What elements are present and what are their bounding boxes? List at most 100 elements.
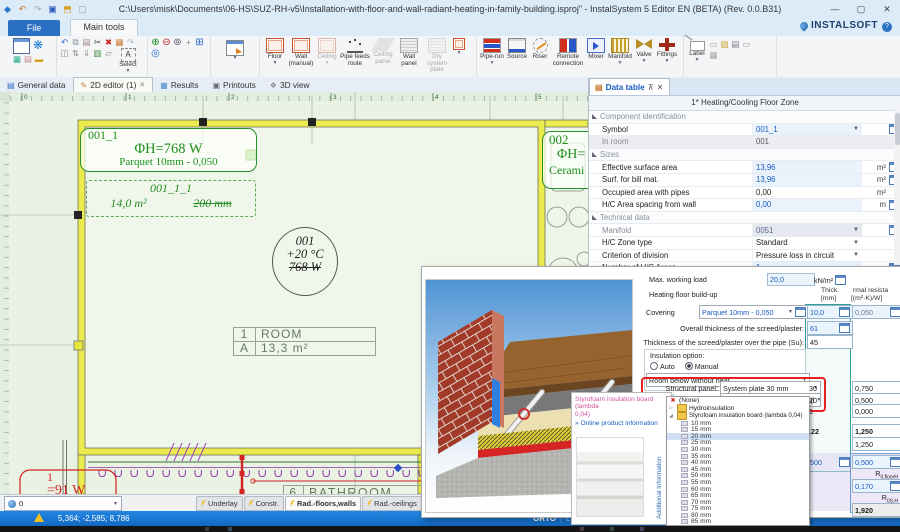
tree-size-option[interactable]: 30 mm	[667, 446, 809, 453]
app-icon[interactable]: ◆	[0, 0, 15, 18]
dropdown-icon[interactable]: ▼	[853, 126, 859, 132]
select-button[interactable]: A Select ▼	[116, 48, 140, 73]
tab-general-data[interactable]: ▤ General data	[0, 78, 73, 92]
row-occupied-area[interactable]: Occupied area with pipes 0,00 m²	[589, 187, 900, 200]
zoom-window-icon[interactable]: ⊚	[172, 37, 183, 48]
close-tab-icon[interactable]: ✕	[139, 81, 145, 89]
row-criterion-division[interactable]: Criterion of division Pressure loss in c…	[589, 250, 900, 263]
database-icon[interactable]	[890, 481, 900, 491]
dry-system-plate-button[interactable]: Dry system plate	[422, 37, 452, 74]
fittings-button[interactable]: Fittings▼	[655, 37, 679, 67]
tree-item-hydroinsulation[interactable]: ▷ Hydroinsulation	[667, 405, 809, 413]
tree-item-none[interactable]: ✖ (None)	[667, 397, 809, 405]
expand-icon[interactable]: ▷	[669, 405, 675, 411]
tree-size-option[interactable]: 10 mm	[667, 420, 809, 427]
mirror-icon[interactable]: ▥	[92, 48, 103, 59]
zone-001-1-label[interactable]: 001_1 ΦH=768 W Parquet 10mm - 0,050	[80, 128, 257, 172]
tree-size-option[interactable]: 35 mm	[667, 453, 809, 460]
paste-icon[interactable]: ▤	[81, 37, 92, 48]
copy-icon[interactable]: ⧉	[70, 37, 81, 48]
radiant-more-button[interactable]: ▼	[452, 37, 466, 74]
row-symbol[interactable]: Symbol 001_1▼	[589, 124, 900, 137]
pipe-feeds-route-button[interactable]: Pipe feeds route	[340, 37, 370, 74]
redo-icon[interactable]: ↷	[125, 37, 136, 48]
tab-2d-editor[interactable]: ✎ 2D editor (1) ✕	[73, 77, 154, 92]
tab-3d-view[interactable]: ❖ 3D view	[263, 78, 317, 92]
database-icon[interactable]	[839, 323, 850, 333]
label-button[interactable]: Label▼	[686, 37, 708, 62]
database-icon[interactable]	[835, 275, 846, 285]
field-value[interactable]: 13,96	[756, 175, 776, 184]
redo-icon[interactable]: ↷	[30, 0, 45, 18]
cut-icon[interactable]: ✂	[92, 37, 103, 48]
r-floor-value-cell[interactable]: 0,170	[852, 479, 900, 493]
radio-auto[interactable]	[650, 362, 658, 370]
wall-panel-button[interactable]: Wall panel	[396, 37, 422, 74]
tree-size-option[interactable]: 20 mm	[667, 433, 809, 440]
split-icon[interactable]: ◫	[59, 48, 70, 59]
calc-option-icon[interactable]: ▦	[12, 54, 23, 65]
max-working-load-input[interactable]: 20,0	[767, 273, 815, 286]
table-edit-icon[interactable]: ▦	[114, 37, 125, 48]
pin-icon[interactable]: ⊼	[648, 82, 654, 92]
calc-option-icon[interactable]: ▤	[23, 54, 34, 65]
taskbar-icon[interactable]	[610, 527, 614, 531]
valve-button[interactable]: Valve▼	[633, 37, 655, 67]
file-menu-button[interactable]: File	[8, 20, 60, 36]
wall-node[interactable]	[308, 118, 316, 126]
move-down-icon[interactable]: ⇓	[81, 48, 92, 59]
taskbar-icon[interactable]	[228, 527, 232, 531]
pan-icon[interactable]: +	[183, 37, 194, 48]
tree-size-option[interactable]: 80 mm	[667, 512, 809, 519]
graphic-frame-icon[interactable]: ▭	[708, 39, 719, 50]
online-product-info-link[interactable]: » Online product information	[572, 418, 671, 429]
taskbar-icon[interactable]	[205, 527, 209, 531]
close-panel-icon[interactable]: ✕	[657, 82, 664, 92]
database-icon[interactable]	[839, 457, 850, 467]
tab-results[interactable]: ▦ Results	[153, 78, 205, 92]
tree-size-option[interactable]: 50 mm	[667, 473, 809, 480]
rotate-icon[interactable]: ▱	[103, 48, 114, 59]
tree-size-option[interactable]: 85 mm	[667, 519, 809, 526]
legend-icon[interactable]: ▦	[708, 50, 719, 61]
tab-main-tools[interactable]: Main tools	[70, 19, 138, 36]
overall-thickness-input[interactable]: 61	[807, 321, 853, 335]
database-icon[interactable]	[890, 457, 900, 467]
zoom-in-icon[interactable]: ⊕	[150, 37, 161, 48]
tree-size-option[interactable]: 60 mm	[667, 486, 809, 493]
extra-resistance-cell[interactable]: 0,500	[852, 455, 900, 469]
close-button[interactable]: ✕	[874, 0, 900, 18]
selection-handle[interactable]	[74, 341, 83, 350]
source-button[interactable]: Source	[505, 37, 529, 67]
field-value[interactable]: 0,00	[756, 200, 771, 209]
wall-node[interactable]	[199, 118, 207, 126]
maximize-button[interactable]: ▢	[848, 0, 874, 18]
hc-area-label[interactable]: 001_1_1 14,0 m² 200 mm	[86, 180, 256, 217]
tree-size-option[interactable]: 65 mm	[667, 492, 809, 499]
text-box-icon[interactable]: ▭	[741, 39, 752, 50]
zoom-extents-icon[interactable]: ⊞	[194, 37, 205, 48]
field-value[interactable]: Pressure loss in circuit	[756, 251, 834, 260]
covering-thickness-input[interactable]: 10,0	[807, 305, 853, 319]
extra-value-cell[interactable]: 500	[807, 455, 853, 469]
move-vertical-icon[interactable]: ⇅	[70, 48, 81, 59]
tree-item-styrofoam[interactable]: ◢ Styrofoam insulation board (lambda 0,0…	[667, 412, 809, 420]
ceiling-button[interactable]: Ceiling▼	[314, 37, 340, 74]
export-icon[interactable]: ⬒	[60, 0, 75, 18]
run-calculation-icon[interactable]: ❋	[33, 38, 43, 54]
additional-information-tab[interactable]: Additional information	[656, 431, 663, 519]
row-manifold[interactable]: Manifold 0051▼	[589, 224, 900, 237]
manifold-button[interactable]: Manifold▼	[607, 37, 633, 67]
database-icon[interactable]	[795, 307, 806, 317]
section-component-identification[interactable]: Component identification	[589, 111, 900, 124]
layer-tab-underlay[interactable]: Underlay	[196, 496, 243, 511]
delete-icon[interactable]: ✖	[103, 37, 114, 48]
database-icon[interactable]	[839, 307, 850, 317]
calculate-icon[interactable]	[13, 38, 30, 54]
tree-size-option[interactable]: 55 mm	[667, 479, 809, 486]
warning-icon[interactable]	[34, 513, 44, 522]
tab-printouts[interactable]: ▣ Printouts	[205, 78, 262, 92]
covering-select[interactable]: Parquet 10mm - 0,050 ▼	[699, 305, 809, 319]
dropdown-icon[interactable]: ▼	[853, 252, 859, 258]
tree-size-option[interactable]: 45 mm	[667, 466, 809, 473]
